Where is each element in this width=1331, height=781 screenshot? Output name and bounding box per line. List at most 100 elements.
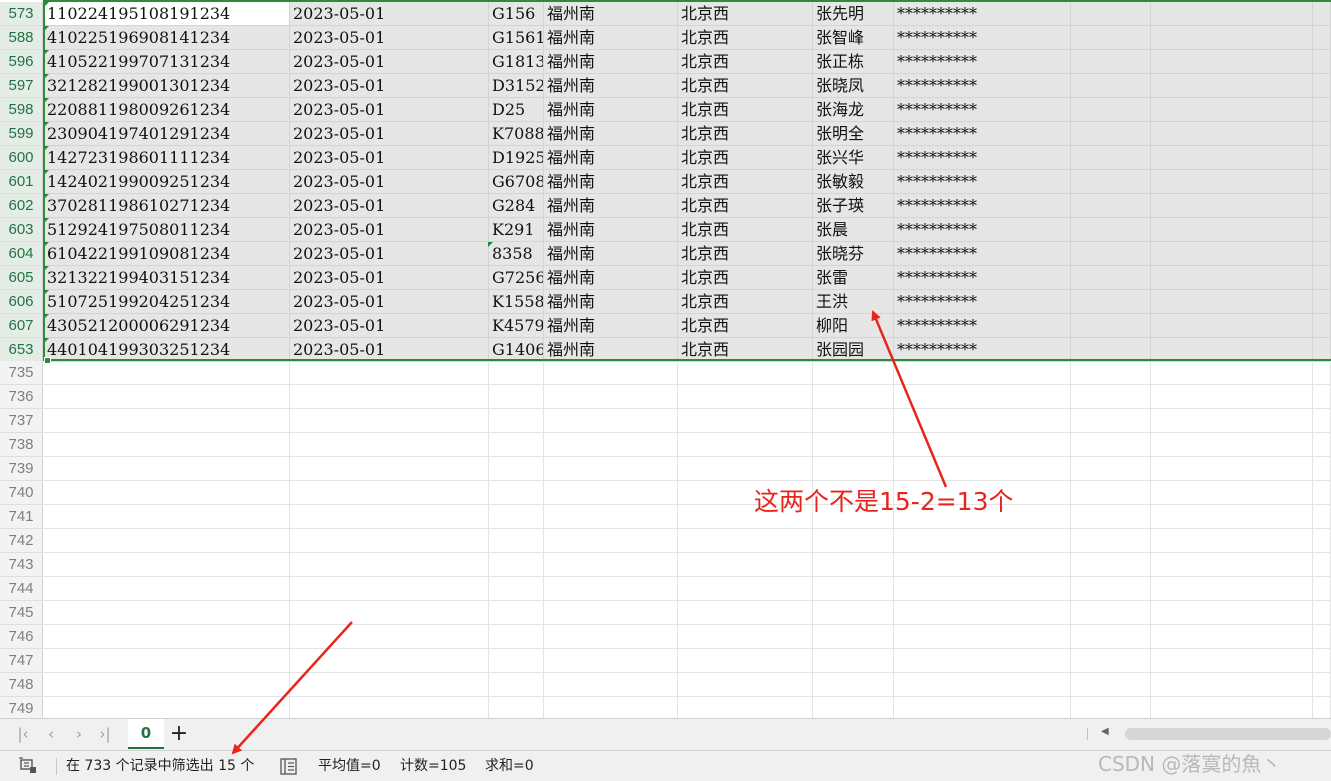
- cell-empty[interactable]: [1313, 170, 1331, 194]
- cell-empty[interactable]: [1313, 649, 1331, 673]
- cell-empty[interactable]: [1313, 409, 1331, 433]
- cell-to[interactable]: 北京西: [678, 146, 813, 170]
- table-row[interactable]: 598 220881198009261234 2023-05-01 D25 福州南 北京西…: [0, 98, 1331, 122]
- cell-empty[interactable]: [1151, 601, 1313, 625]
- cell-empty[interactable]: [813, 409, 894, 433]
- cell-empty[interactable]: [1151, 577, 1313, 601]
- cell-empty[interactable]: [290, 553, 489, 577]
- cell-empty[interactable]: [1071, 697, 1151, 718]
- cell-empty[interactable]: [1313, 457, 1331, 481]
- macro-record-icon[interactable]: [18, 757, 38, 775]
- cell-date[interactable]: 2023-05-01: [290, 2, 489, 26]
- cell-id[interactable]: 410225196908141234: [44, 26, 290, 50]
- cell-empty[interactable]: [894, 553, 1071, 577]
- table-row[interactable]: 735: [0, 361, 1331, 385]
- fill-handle[interactable]: [44, 357, 51, 364]
- cell-from[interactable]: 福州南: [544, 122, 678, 146]
- table-row[interactable]: 747: [0, 649, 1331, 673]
- row-header[interactable]: 588: [0, 26, 43, 50]
- table-row[interactable]: 603 512924197508011234 2023-05-01 K291 福州南 北京…: [0, 218, 1331, 242]
- cell-empty[interactable]: [1071, 529, 1151, 553]
- cell-from[interactable]: 福州南: [544, 2, 678, 26]
- cell-empty[interactable]: [489, 457, 544, 481]
- cell-empty[interactable]: [894, 673, 1071, 697]
- cell-empty[interactable]: [894, 385, 1071, 409]
- cell-date[interactable]: 2023-05-01: [290, 122, 489, 146]
- cell-empty[interactable]: [44, 529, 290, 553]
- cell-name[interactable]: 张兴华: [813, 146, 894, 170]
- cell-to[interactable]: 北京西: [678, 2, 813, 26]
- cell-empty[interactable]: [1151, 146, 1313, 170]
- row-header[interactable]: 745: [0, 601, 43, 625]
- cell-empty[interactable]: [1071, 601, 1151, 625]
- cell-empty[interactable]: [1071, 314, 1151, 338]
- cell-empty[interactable]: [489, 601, 544, 625]
- table-row[interactable]: 741: [0, 505, 1331, 529]
- cell-empty[interactable]: [290, 409, 489, 433]
- cell-empty[interactable]: [1071, 194, 1151, 218]
- cell-to[interactable]: 北京西: [678, 170, 813, 194]
- cell-empty[interactable]: [678, 673, 813, 697]
- cell-from[interactable]: 福州南: [544, 50, 678, 74]
- cell-empty[interactable]: [544, 433, 678, 457]
- cell-to[interactable]: 北京西: [678, 266, 813, 290]
- cell-empty[interactable]: [544, 673, 678, 697]
- prev-sheet-icon[interactable]: ‹: [40, 723, 62, 745]
- cell-mask[interactable]: **********: [894, 26, 1071, 50]
- cell-empty[interactable]: [1313, 314, 1331, 338]
- table-row[interactable]: 604 610422199109081234 2023-05-01 8358 福州南 北京…: [0, 242, 1331, 266]
- cell-from[interactable]: 福州南: [544, 146, 678, 170]
- cell-to[interactable]: 北京西: [678, 50, 813, 74]
- horizontal-scrollbar[interactable]: [1125, 728, 1331, 740]
- average-value[interactable]: 平均值=0: [318, 751, 381, 781]
- row-header[interactable]: 742: [0, 529, 43, 553]
- cell-empty[interactable]: [894, 601, 1071, 625]
- row-header[interactable]: 597: [0, 74, 43, 98]
- cell-to[interactable]: 北京西: [678, 122, 813, 146]
- cell-empty[interactable]: [489, 529, 544, 553]
- row-header[interactable]: 573: [0, 2, 43, 26]
- cell-id[interactable]: 230904197401291234: [44, 122, 290, 146]
- cell-empty[interactable]: [894, 649, 1071, 673]
- cell-empty[interactable]: [678, 649, 813, 673]
- cell-name[interactable]: 张晓凤: [813, 74, 894, 98]
- cell-empty[interactable]: [44, 697, 290, 718]
- cell-empty[interactable]: [1151, 266, 1313, 290]
- row-header[interactable]: 740: [0, 481, 43, 505]
- table-row[interactable]: 596 410522199707131234 2023-05-01 G1813 福州南北…: [0, 50, 1331, 74]
- cell-empty[interactable]: [544, 529, 678, 553]
- cell-empty[interactable]: [813, 433, 894, 457]
- cell-empty[interactable]: [1151, 314, 1313, 338]
- cell-empty[interactable]: [1071, 290, 1151, 314]
- next-sheet-icon[interactable]: ›: [68, 723, 90, 745]
- table-row[interactable]: 607 430521200006291234 2023-05-01 K4579 福州南北…: [0, 314, 1331, 338]
- cell-mask[interactable]: **********: [894, 122, 1071, 146]
- cell-empty[interactable]: [1071, 625, 1151, 649]
- cell-empty[interactable]: [678, 529, 813, 553]
- cell-train[interactable]: G6708: [489, 170, 544, 194]
- row-header[interactable]: 748: [0, 673, 43, 697]
- cell-id[interactable]: 610422199109081234: [44, 242, 290, 266]
- cell-empty[interactable]: [894, 409, 1071, 433]
- cell-empty[interactable]: [1151, 697, 1313, 718]
- table-row[interactable]: 597 321282199001301234 2023-05-01 D3152 福州南北…: [0, 74, 1331, 98]
- cell-empty[interactable]: [1151, 433, 1313, 457]
- table-row[interactable]: 599 230904197401291234 2023-05-01 K7088 福州南北…: [0, 122, 1331, 146]
- cell-id[interactable]: 510725199204251234: [44, 290, 290, 314]
- cell-empty[interactable]: [1071, 122, 1151, 146]
- cell-empty[interactable]: [290, 457, 489, 481]
- cell-empty[interactable]: [1151, 2, 1313, 26]
- cell-empty[interactable]: [489, 553, 544, 577]
- cell-mask[interactable]: **********: [894, 242, 1071, 266]
- cell-empty[interactable]: [813, 529, 894, 553]
- cell-date[interactable]: 2023-05-01: [290, 74, 489, 98]
- cell-to[interactable]: 北京西: [678, 242, 813, 266]
- outline-view-icon[interactable]: [280, 758, 298, 775]
- cell-to[interactable]: 北京西: [678, 314, 813, 338]
- cell-mask[interactable]: **********: [894, 98, 1071, 122]
- table-row[interactable]: 600 142723198601111234 2023-05-01 D1925 福州南北…: [0, 146, 1331, 170]
- cell-empty[interactable]: [290, 601, 489, 625]
- cell-empty[interactable]: [1313, 266, 1331, 290]
- cell-empty[interactable]: [1071, 74, 1151, 98]
- cell-empty[interactable]: [544, 697, 678, 718]
